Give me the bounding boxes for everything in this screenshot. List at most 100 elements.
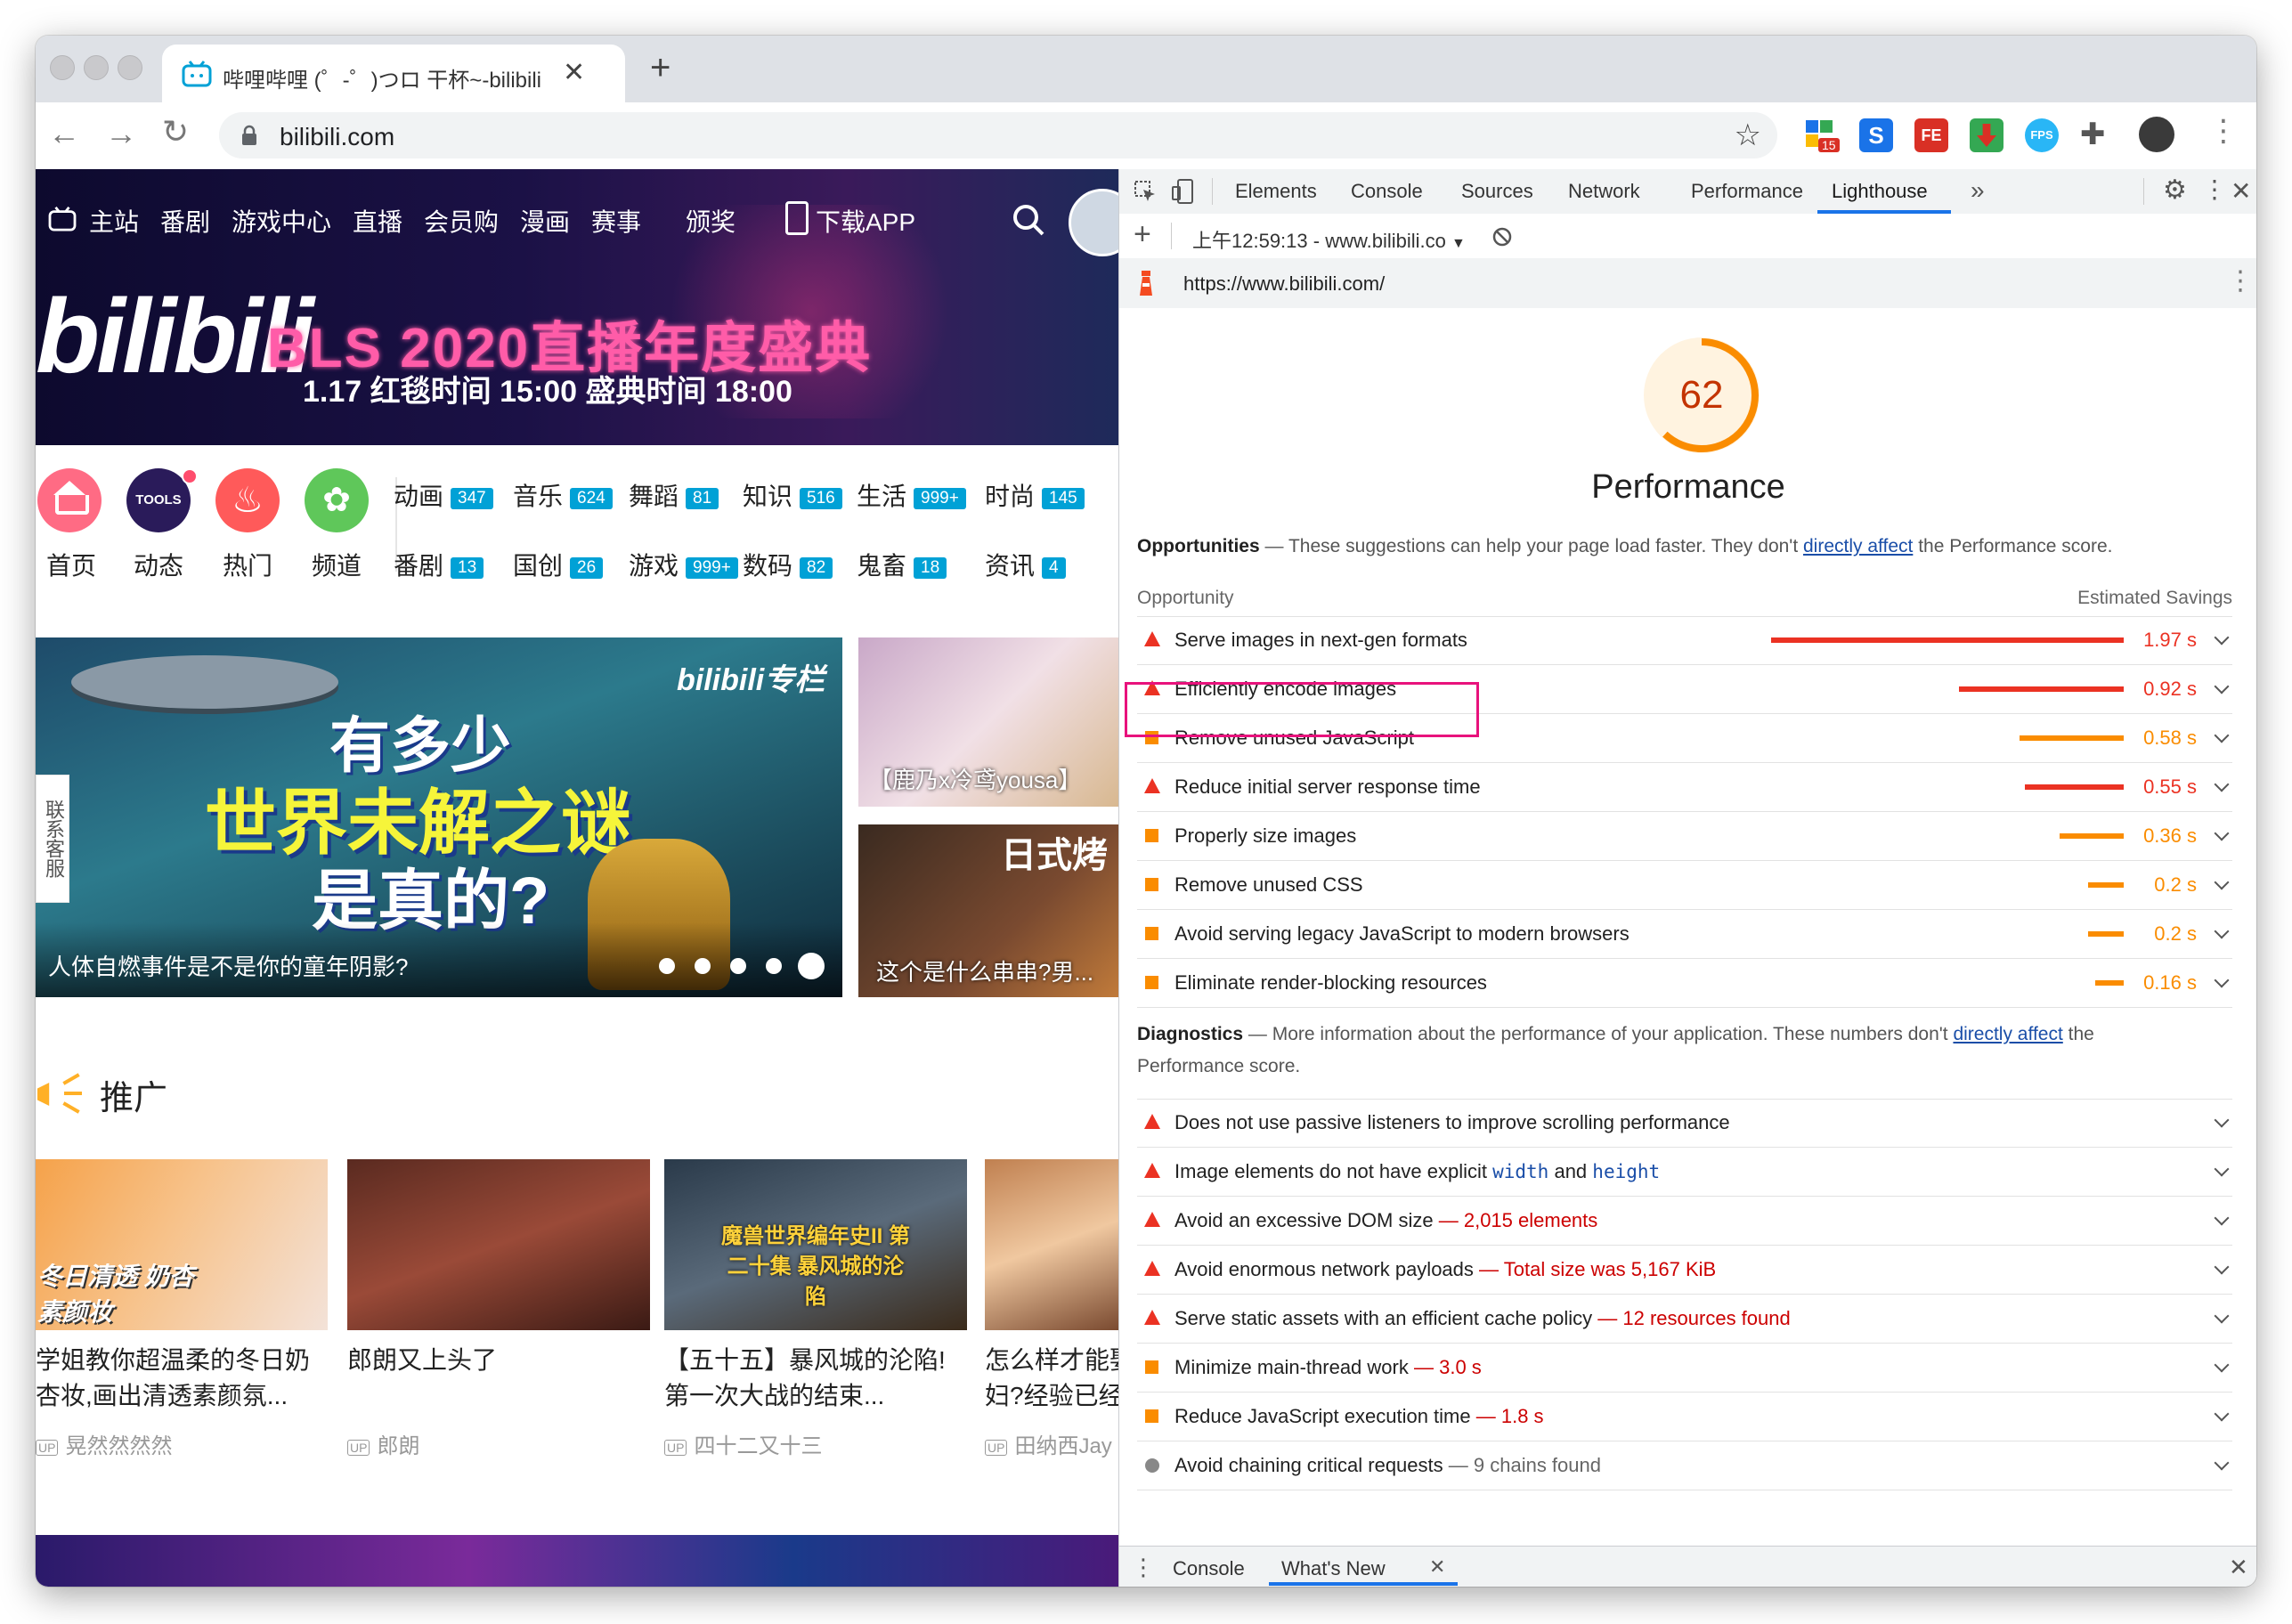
diagnostic-row[interactable]: Avoid enormous network payloads — Total … — [1137, 1246, 2232, 1295]
clear-reports-icon[interactable] — [1491, 226, 1513, 248]
category-link[interactable]: 国创 26 — [513, 547, 604, 582]
browser-tab[interactable]: 哔哩哔哩 (゜-゜)つロ 干杯~-bilibili ✕ — [162, 45, 625, 102]
close-devtools-icon[interactable]: ✕ — [2231, 176, 2251, 206]
tab-console[interactable]: Console — [1351, 180, 1423, 203]
user-avatar[interactable] — [1069, 189, 1118, 256]
drawer-tab-console[interactable]: Console — [1173, 1557, 1245, 1580]
address-bar[interactable]: bilibili.com ☆ — [219, 112, 1777, 158]
directly-affect-link[interactable]: directly affect — [1803, 536, 1913, 556]
promo-card-title[interactable]: 学姐教你超温柔的冬日奶杏妆,画出清透素颜氛... — [36, 1343, 328, 1414]
back-icon[interactable]: ← — [48, 115, 80, 152]
chevron-down-icon[interactable] — [2214, 727, 2230, 743]
chevron-down-icon[interactable] — [2214, 678, 2230, 694]
tab-performance[interactable]: Performance — [1691, 180, 1803, 203]
nav-esports[interactable]: 赛事 — [591, 203, 641, 239]
device-toolbar-icon[interactable] — [1171, 178, 1194, 205]
opportunity-row[interactable]: Avoid serving legacy JavaScript to moder… — [1137, 910, 2232, 959]
chevron-down-icon[interactable] — [2214, 1112, 2230, 1128]
chevron-down-icon[interactable] — [2214, 1357, 2230, 1373]
chevron-down-icon[interactable] — [2214, 1308, 2230, 1324]
promo-card-uploader[interactable]: 晃然然然然 — [65, 1434, 172, 1458]
category-link[interactable]: 番剧 13 — [394, 547, 484, 582]
diagnostic-row[interactable]: Avoid an excessive DOM size — 2,015 elem… — [1137, 1197, 2232, 1246]
nav-game-center[interactable]: 游戏中心 — [232, 203, 331, 239]
report-url[interactable]: https://www.bilibili.com/ — [1183, 272, 1385, 296]
carousel-dot[interactable] — [766, 958, 782, 974]
contact-service[interactable]: 联系客服 — [36, 775, 69, 903]
inspect-element-icon[interactable] — [1134, 180, 1157, 203]
category-link[interactable]: 时尚 145 — [985, 477, 1085, 513]
promo-card-thumb[interactable]: 魔兽世界编年史II 第二十集 暴风城的沦陷 — [664, 1159, 967, 1330]
opportunity-row[interactable]: Remove unused CSS 0.2 s — [1137, 861, 2232, 910]
promo-card-thumb[interactable] — [347, 1159, 650, 1330]
promo-card-uploader[interactable]: 郎朗 — [377, 1434, 419, 1458]
quick-hot-label[interactable]: 热门 — [223, 547, 272, 582]
close-drawer-icon[interactable]: ✕ — [2229, 1554, 2248, 1581]
carousel-dot[interactable] — [659, 958, 675, 974]
promo-card-thumb[interactable] — [985, 1159, 1118, 1330]
diagnostic-row[interactable]: Image elements do not have explicit widt… — [1137, 1148, 2232, 1197]
hot-entry-icon[interactable]: ♨ — [215, 468, 280, 532]
new-report-icon[interactable]: + — [1134, 217, 1151, 252]
extension-download-icon[interactable] — [1970, 118, 2003, 152]
chevron-down-icon[interactable] — [2214, 776, 2230, 792]
extensions-puzzle-icon[interactable]: ✚ — [2080, 117, 2106, 152]
category-link[interactable]: 游戏 999+ — [629, 547, 738, 582]
carousel-dot[interactable] — [695, 958, 711, 974]
tab-sources[interactable]: Sources — [1461, 180, 1533, 203]
extension-s-icon[interactable]: S — [1859, 118, 1893, 152]
promo-card-uploader[interactable]: 四十二又十三 — [694, 1434, 822, 1458]
nav-main-site[interactable]: 主站 — [89, 203, 139, 239]
forward-icon[interactable]: → — [105, 115, 137, 152]
chevron-down-icon[interactable] — [2214, 1406, 2230, 1422]
promo-card-thumb[interactable]: 冬日清透 奶杏素颜妆 — [36, 1159, 328, 1330]
carousel-tv-icon[interactable] — [798, 953, 825, 979]
nav-awards[interactable]: 颁奖 — [686, 203, 736, 239]
browser-menu-icon[interactable]: ⋮ — [2208, 113, 2239, 149]
new-tab-icon[interactable]: + — [650, 48, 671, 88]
devtools-menu-icon[interactable]: ⋮ — [2202, 175, 2227, 204]
reload-icon[interactable]: ↻ — [162, 113, 189, 150]
promo-card-uploader[interactable]: 田纳西Jay — [1014, 1434, 1111, 1458]
chevron-down-icon[interactable] — [2214, 629, 2230, 646]
bottom-banner[interactable] — [36, 1535, 1118, 1587]
nav-manga[interactable]: 漫画 — [520, 203, 570, 239]
bookmark-star-icon[interactable]: ☆ — [1735, 118, 1761, 153]
opportunity-row[interactable]: Eliminate render-blocking resources 0.16 … — [1137, 959, 2232, 1008]
nav-live[interactable]: 直播 — [353, 203, 402, 239]
promo-card-title[interactable]: 怎么样才能娶到中国媳妇?经验已经... — [985, 1343, 1118, 1414]
directly-affect-link[interactable]: directly affect — [1953, 1024, 2062, 1044]
chevron-down-icon[interactable] — [2214, 874, 2230, 890]
category-link[interactable]: 知识 516 — [743, 477, 842, 513]
close-tab-icon[interactable]: ✕ — [563, 57, 585, 88]
quick-channel-label[interactable]: 频道 — [312, 547, 362, 582]
opportunity-row[interactable]: Properly size images 0.36 s — [1137, 812, 2232, 861]
chevron-down-icon[interactable] — [2214, 1259, 2230, 1275]
zoom-window-button[interactable] — [118, 55, 142, 80]
settings-gear-icon[interactable]: ⚙ — [2163, 175, 2187, 206]
category-link[interactable]: 鬼畜 18 — [857, 547, 947, 582]
chevron-down-icon[interactable] — [2214, 825, 2230, 841]
category-link[interactable]: 生活 999+ — [857, 477, 966, 513]
opportunity-row[interactable]: Serve images in next-gen formats 1.97 s — [1137, 616, 2232, 665]
category-link[interactable]: 数码 82 — [743, 547, 833, 582]
home-entry-icon[interactable] — [37, 468, 102, 532]
category-link[interactable]: 舞蹈 81 — [629, 477, 719, 513]
nav-bangumi[interactable]: 番剧 — [160, 203, 210, 239]
tab-elements[interactable]: Elements — [1235, 180, 1317, 203]
side-card-2[interactable]: 日式烤 这个是什么串串?男... — [858, 824, 1118, 997]
search-icon[interactable] — [1012, 203, 1045, 237]
nav-member-shop[interactable]: 会员购 — [424, 203, 499, 239]
close-window-button[interactable] — [50, 55, 75, 80]
quick-home-label[interactable]: 首页 — [46, 547, 96, 582]
diagnostic-row[interactable]: Does not use passive listeners to improv… — [1137, 1099, 2232, 1148]
report-select[interactable]: 上午12:59:13 - www.bilibili.co ▼ — [1192, 225, 1466, 254]
diagnostic-row[interactable]: Avoid chaining critical requests — 9 cha… — [1137, 1441, 2232, 1490]
side-card-1[interactable]: 【鹿乃x冷鸢yousa】 — [858, 637, 1118, 807]
report-menu-icon[interactable]: ⋮ — [2227, 265, 2254, 296]
close-drawer-tab-icon[interactable]: ✕ — [1429, 1555, 1445, 1579]
tab-network[interactable]: Network — [1568, 180, 1640, 203]
promo-card-title[interactable]: 【五十五】暴风城的沦陷!第一次大战的结束... — [664, 1343, 967, 1414]
more-tabs-icon[interactable]: » — [1971, 176, 1985, 205]
carousel-dot[interactable] — [730, 958, 746, 974]
